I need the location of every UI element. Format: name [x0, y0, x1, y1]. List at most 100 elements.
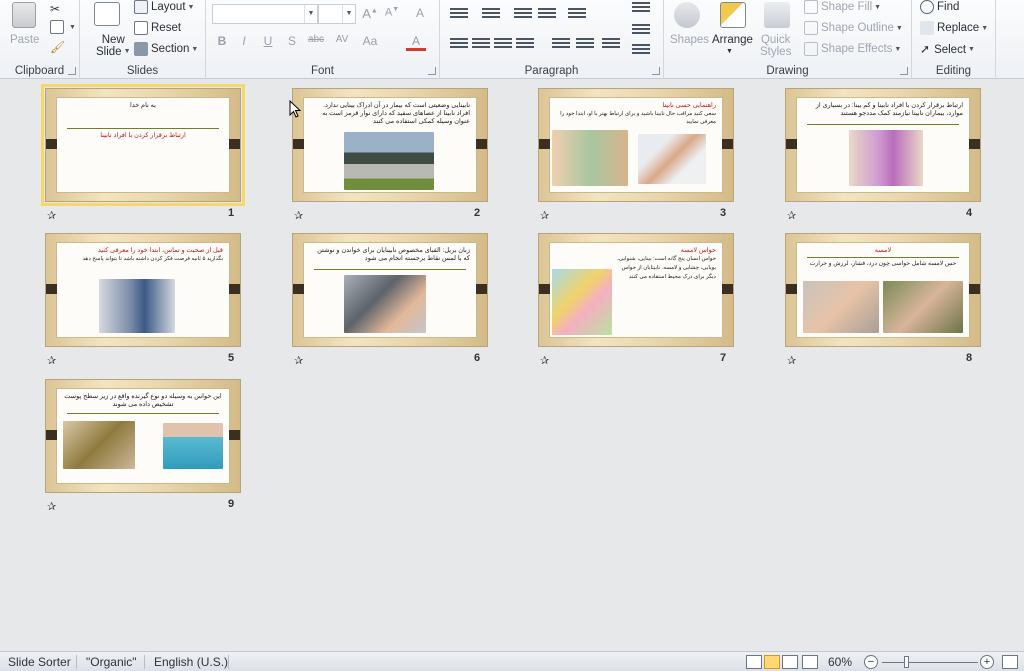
new-slide-icon — [94, 2, 120, 26]
arrange-button[interactable]: Arrange — [712, 34, 753, 46]
slideshow-view-icon[interactable] — [802, 655, 818, 669]
new-slide-label2: Slide — [96, 46, 122, 59]
grow-font-icon[interactable]: A▲ — [360, 6, 380, 21]
cut-icon[interactable]: ✂ — [50, 2, 60, 16]
align-right-icon[interactable] — [494, 38, 512, 50]
font-size-dropdown-icon[interactable]: ▼ — [342, 5, 355, 23]
shapes-button[interactable]: Shapes — [670, 34, 709, 46]
columns-icon[interactable] — [602, 38, 620, 50]
quick-styles-button[interactable]: Quick Styles — [760, 34, 791, 58]
line-spacing-icon[interactable] — [568, 8, 586, 20]
clear-formatting-icon[interactable]: A — [410, 6, 430, 20]
slide-thumbnail-8[interactable]: لامسه حس لامسه شامل حواسی چون درد، فشار،… — [785, 233, 981, 351]
slides-label: Slides — [126, 65, 159, 77]
numbering-icon[interactable] — [482, 8, 500, 20]
slide-thumbnail-9[interactable]: این حواس به وسیله دو نوع گیرنده واقع در … — [45, 379, 241, 497]
slide-title: به نام خدا — [130, 102, 156, 109]
char-spacing-icon[interactable]: AV — [332, 34, 352, 45]
format-painter-icon[interactable]: 🖌 — [50, 40, 65, 54]
bullets-icon[interactable] — [450, 8, 468, 20]
view-name: Slide Sorter — [8, 655, 71, 669]
transition-star-icon[interactable]: ✰ — [294, 209, 303, 222]
language-indicator[interactable]: English (U.S.) — [154, 655, 228, 669]
slide-frame: این حواس به وسیله دو نوع گیرنده واقع در … — [45, 379, 241, 493]
transition-star-icon[interactable]: ✰ — [47, 209, 56, 222]
layout-button[interactable]: Layout ▼ — [134, 0, 194, 14]
font-size-combo[interactable]: ▼ — [318, 4, 356, 24]
arrange-icon — [720, 2, 746, 28]
theme-name[interactable]: "Organic" — [86, 655, 137, 669]
normal-view-icon[interactable] — [746, 655, 762, 669]
slide-number: 1 — [228, 207, 235, 219]
transition-star-icon[interactable]: ✰ — [47, 354, 56, 367]
transition-star-icon[interactable]: ✰ — [540, 354, 549, 367]
reading-view-icon[interactable] — [782, 655, 798, 669]
slide-canvas: این حواس به وسیله دو نوع گیرنده واقع در … — [56, 388, 230, 484]
paragraph-launcher-icon[interactable] — [652, 67, 660, 75]
drawing-launcher-icon[interactable] — [900, 67, 908, 75]
increase-indent-icon[interactable] — [538, 8, 556, 20]
font-color-icon[interactable]: A — [406, 34, 426, 51]
italic-icon[interactable]: I — [234, 34, 254, 48]
ltr-icon[interactable] — [576, 38, 594, 50]
text-direction-icon[interactable] — [632, 2, 650, 14]
underline-icon[interactable]: U — [258, 34, 278, 48]
font-group: ▼ ▼ A▲ A▼ A B I U S abc AV Aa A Font — [206, 0, 440, 79]
clipboard-launcher-icon[interactable] — [68, 67, 76, 75]
font-name-combo[interactable]: ▼ — [212, 4, 318, 24]
shrink-font-icon[interactable]: A▼ — [382, 6, 402, 19]
zoom-level[interactable]: 60% — [828, 655, 852, 669]
decrease-indent-icon[interactable] — [514, 8, 532, 20]
fit-to-window-icon[interactable] — [1002, 655, 1018, 669]
slide-thumbnail-7[interactable]: حواس لامسه حواس انسان پنج گانه است: بینا… — [538, 233, 734, 351]
font-name-dropdown-icon[interactable]: ▼ — [304, 5, 317, 23]
slide-sorter-view-icon[interactable] — [764, 655, 780, 669]
slide-thumbnail-1[interactable]: به نام خدا ارتباط برقرار کردن با افراد ن… — [41, 84, 245, 206]
replace-button[interactable]: Replace ▼ — [920, 21, 988, 35]
section-button[interactable]: Section ▼ — [134, 42, 198, 56]
align-center-icon[interactable] — [472, 38, 490, 50]
slide-thumbnail-4[interactable]: ارتباط برقرار کردن با افراد نابینا و کم … — [785, 88, 981, 206]
zoom-slider-track[interactable] — [882, 662, 978, 663]
paste-button[interactable]: Paste — [10, 34, 39, 46]
slide-canvas: حواس لامسه حواس انسان پنج گانه است: بینا… — [549, 242, 723, 338]
transition-star-icon[interactable]: ✰ — [787, 209, 796, 222]
slide-subtitle: ارتباط برقرار کردن با افراد نابینا — [100, 132, 186, 139]
smartart-icon[interactable] — [632, 44, 650, 56]
slide-thumbnail-2[interactable]: نابینایی وضعیتی است که بیمار در آن ادراک… — [292, 88, 488, 206]
new-slide-button[interactable]: New Slide ▼ — [96, 34, 131, 58]
frame-tab — [722, 284, 733, 294]
shape-fill-button[interactable]: Shape Fill ▼ — [804, 0, 881, 14]
bold-icon[interactable]: B — [212, 34, 232, 48]
align-left-icon[interactable] — [450, 38, 468, 50]
shape-effects-button[interactable]: Shape Effects ▼ — [804, 42, 901, 56]
transition-star-icon[interactable]: ✰ — [540, 209, 549, 222]
justify-icon[interactable] — [516, 38, 534, 50]
find-button[interactable]: Find — [920, 0, 959, 14]
frame-tab — [786, 284, 797, 294]
strikethrough-icon[interactable]: abc — [306, 34, 326, 45]
change-case-icon[interactable]: Aa — [360, 34, 380, 48]
align-text-icon[interactable] — [632, 24, 650, 36]
arrange-dropdown-icon[interactable]: ▼ — [726, 48, 733, 55]
slide-thumbnail-3[interactable]: راهنمایی حسی نابینا سعی کنید مراقب حال ن… — [538, 88, 734, 206]
slide-rule — [314, 269, 466, 270]
reset-button[interactable]: Reset — [134, 21, 181, 35]
slide-frame: ارتباط برقرار کردن با افراد نابینا و کم … — [785, 88, 981, 202]
transition-star-icon[interactable]: ✰ — [787, 354, 796, 367]
shape-outline-button[interactable]: Shape Outline ▼ — [804, 21, 903, 35]
shadow-icon[interactable]: S — [282, 34, 302, 48]
zoom-out-icon[interactable]: − — [864, 655, 878, 669]
font-launcher-icon[interactable] — [428, 67, 436, 75]
copy-icon[interactable]: ▼ — [50, 20, 76, 34]
slide-thumbnail-6[interactable]: زبان بریل: الفبای مخصوص نابینایان برای خ… — [292, 233, 488, 351]
paragraph-group: Paragraph — [440, 0, 664, 79]
transition-star-icon[interactable]: ✰ — [47, 500, 56, 513]
slide-thumbnail-5[interactable]: قبل از صحبت و تماس، ابتدا خود را معرفی ک… — [45, 233, 241, 351]
slide-title: لامسه — [874, 247, 892, 254]
rtl-icon[interactable] — [552, 38, 570, 50]
transition-star-icon[interactable]: ✰ — [294, 354, 303, 367]
zoom-slider-thumb[interactable] — [904, 656, 909, 668]
zoom-in-icon[interactable]: + — [980, 655, 994, 669]
select-button[interactable]: ➚ Select ▼ — [920, 42, 975, 56]
